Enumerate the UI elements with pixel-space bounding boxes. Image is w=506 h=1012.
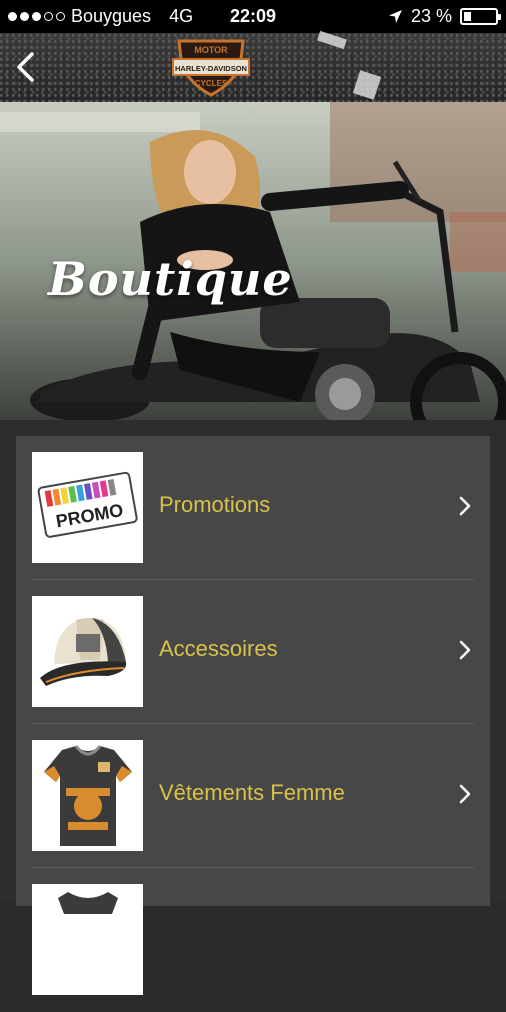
list-item-label: Vêtements Femme [159, 780, 345, 805]
accessoires-thumbnail [32, 596, 143, 707]
asphalt-marking [317, 30, 347, 50]
logo-text-mid: HARLEY-DAVIDSON [175, 64, 247, 73]
list-item-label: Accessoires [159, 636, 278, 661]
partial-thumbnail [32, 884, 143, 995]
list-item-partial[interactable] [16, 868, 490, 1012]
list-item-label: Promotions [159, 492, 271, 517]
vetements-femme-thumbnail [32, 740, 143, 851]
back-button[interactable] [10, 49, 46, 85]
chevron-right-icon [459, 640, 471, 660]
battery-percent: 23 % [410, 6, 452, 26]
category-list-section: PROMO Promotions Accessoires Vêtements F… [0, 420, 506, 995]
logo-text-bottom: CYCLES [195, 79, 228, 88]
location-arrow-icon [388, 10, 402, 23]
chevron-right-icon [459, 784, 471, 804]
harley-davidson-logo: MOTOR HARLEY-DAVIDSON CYCLES [172, 39, 250, 97]
promotions-thumbnail: PROMO [32, 452, 143, 563]
nav-bar: MOTOR HARLEY-DAVIDSON CYCLES [0, 30, 506, 102]
logo-text-top: MOTOR [194, 45, 228, 55]
list-item-promotions[interactable]: PROMO Promotions [16, 436, 490, 580]
status-bar: Bouygues 4G 22:09 23 % [0, 0, 506, 33]
hero-title: Boutique [48, 252, 293, 306]
list-item-accessoires[interactable]: Accessoires [16, 580, 490, 724]
chevron-right-icon [459, 496, 471, 516]
battery-icon [460, 8, 501, 25]
asphalt-marking [352, 70, 382, 100]
list-item-vetements-femme[interactable]: Vêtements Femme [16, 724, 490, 868]
hero-banner: Boutique [0, 102, 506, 420]
status-right: 23 % [388, 6, 501, 27]
category-list: PROMO Promotions Accessoires Vêtements F… [16, 436, 490, 995]
